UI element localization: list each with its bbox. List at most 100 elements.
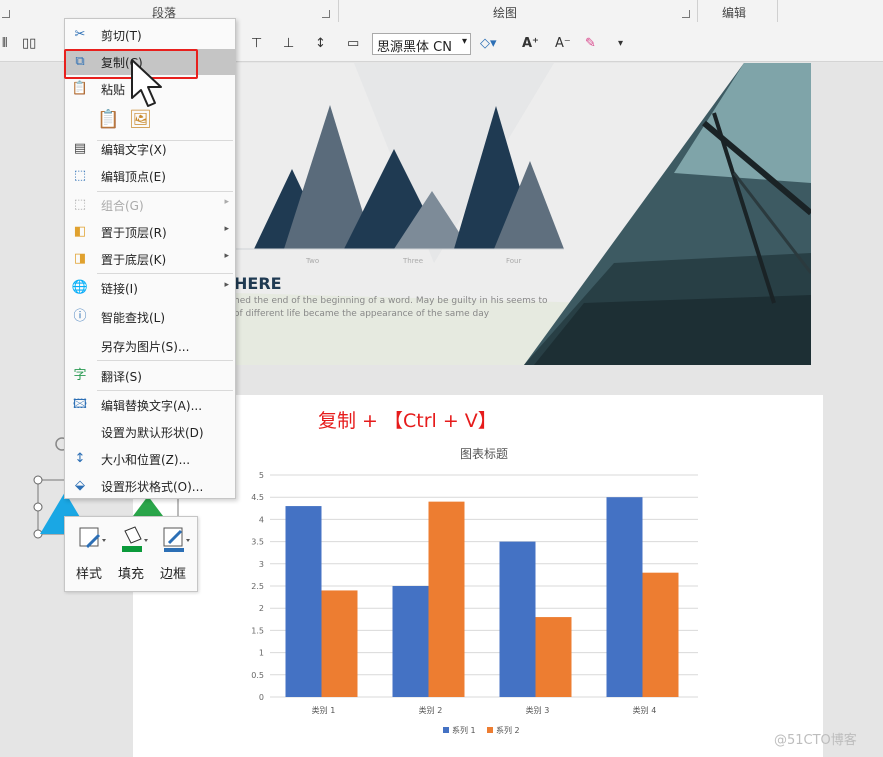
scissors-icon: ✂	[74, 27, 86, 42]
translate-icon: 字	[73, 368, 87, 383]
bar-chart[interactable]: 图表标题 0 0.5 1 1.5 2 2.5 3 3.5 4 4.5 5 类别 1 类别 2 类别 3 类别 …	[133, 395, 823, 757]
style-button[interactable]: 样式	[69, 521, 109, 587]
menu-item-cut[interactable]: ✂ 剪切(T)	[65, 22, 235, 48]
x-tick-label: 类别 4	[633, 705, 657, 715]
slide1-small-label: Two	[306, 257, 320, 265]
font-launcher-icon[interactable]	[2, 10, 10, 18]
link-icon: 🌐	[71, 280, 89, 295]
document-icon[interactable]: ▭	[347, 36, 359, 52]
size-position-icon: ↕	[74, 451, 86, 466]
chart-bar	[428, 501, 465, 697]
alt-text-icon: 🖾	[72, 397, 88, 412]
y-tick-label: 4.5	[251, 493, 264, 502]
slide1-body-line2: of different life became the appearance …	[234, 309, 490, 319]
y-tick-label: 5	[259, 471, 264, 480]
shape-effects-icon[interactable]: ◇▾	[480, 36, 497, 52]
slide-preview-1[interactable]: Two Three Four HERE hed the end of the b…	[234, 63, 811, 365]
chevron-down-icon: ▾	[461, 36, 467, 47]
ribbon-divider	[697, 0, 698, 22]
menu-item-group[interactable]: ⬚ 组合(G) ▸	[65, 192, 235, 218]
font-family-select[interactable]: 思源黑体 CN ▾	[372, 33, 471, 55]
paste-as-picture-icon[interactable]: 🖼	[129, 109, 152, 130]
menu-separator	[97, 390, 233, 391]
mouse-pointer-icon	[131, 59, 162, 107]
menu-item-smart-lookup[interactable]: ⓘ 智能查找(L)	[65, 304, 235, 330]
y-tick-label: 1.5	[251, 626, 264, 635]
menu-item-bring-to-front[interactable]: ◧ 置于顶层(R) ▸	[65, 219, 235, 245]
columns-icon[interactable]: ▯▯	[22, 36, 36, 52]
menu-separator	[97, 273, 233, 274]
paste-icon: 📋	[71, 81, 89, 96]
edit-points-icon: ⬚	[73, 168, 87, 183]
chart-bar	[535, 617, 572, 697]
slide1-small-label: Three	[403, 257, 424, 265]
align-middle-icon[interactable]: ↕	[315, 36, 326, 52]
slide1-small-label: Four	[506, 257, 522, 265]
bring-to-front-icon: ◧	[73, 224, 87, 239]
menu-item-edit-points[interactable]: ⬚ 编辑顶点(E)	[65, 163, 235, 189]
drawing-launcher-icon[interactable]	[682, 10, 690, 18]
slide1-body-line1: hed the end of the beginning of a word. …	[234, 296, 548, 306]
slide1-graphic	[234, 63, 811, 365]
y-tick-label: 3.5	[251, 538, 264, 547]
y-tick-label: 3	[259, 560, 264, 569]
ribbon-divider	[777, 0, 778, 22]
watermark: @51CTO博客	[774, 733, 857, 748]
chart-bar	[642, 572, 679, 697]
y-tick-label: 0	[259, 693, 264, 702]
menu-item-edit-alt-text[interactable]: 🖾 编辑替换文字(A)...	[65, 392, 235, 418]
menu-item-save-as-picture[interactable]: 另存为图片(S)...	[65, 333, 235, 359]
menu-item-translate[interactable]: 字 翻译(S)	[65, 363, 235, 389]
legend-swatch	[443, 727, 449, 733]
chart-bar	[285, 506, 322, 697]
edit-text-icon: ▤	[73, 141, 87, 156]
chart-bar	[321, 590, 358, 697]
shrink-font-icon[interactable]: A⁻	[555, 36, 571, 52]
legend-swatch	[487, 727, 493, 733]
paste-keep-source-icon[interactable]: 📋	[97, 109, 119, 130]
chevron-right-icon: ▸	[224, 280, 229, 290]
group-icon: ⬚	[73, 197, 87, 212]
style-icon	[79, 527, 106, 549]
menu-item-edit-text[interactable]: ▤ 编辑文字(X)	[65, 136, 235, 162]
slide-preview-2[interactable]: 图表标题 0 0.5 1 1.5 2 2.5 3 3.5 4 4.5 5 类别 1 类别 2 类别 3 类别 …	[133, 395, 823, 757]
menu-item-link[interactable]: 🌐 链接(I) ▸	[65, 275, 235, 301]
grow-font-icon[interactable]: A⁺	[522, 36, 539, 52]
ribbon-divider	[338, 0, 339, 22]
fill-button[interactable]: 填充	[111, 521, 151, 587]
format-shape-icon: ⬙	[75, 478, 85, 493]
y-tick-label: 0.5	[251, 671, 264, 680]
menu-item-size-and-position[interactable]: ↕ 大小和位置(Z)...	[65, 446, 235, 472]
chart-bar	[392, 586, 429, 697]
x-tick-label: 类别 1	[312, 705, 336, 715]
send-to-back-icon: ◨	[73, 251, 87, 266]
align-top-icon[interactable]: ⊤	[251, 36, 262, 52]
menu-item-format-shape[interactable]: ⬙ 设置形状格式(O)...	[65, 473, 235, 499]
legend-label: 系列 2	[496, 725, 520, 735]
y-tick-label: 2	[259, 604, 264, 613]
clear-format-icon[interactable]: ✎	[585, 36, 596, 52]
chart-title: 图表标题	[460, 447, 508, 461]
ribbon-group-drawing: 绘图	[493, 6, 518, 20]
align-bottom-icon[interactable]: ⊥	[283, 36, 294, 52]
chart-bar	[499, 541, 536, 697]
y-tick-label: 4	[259, 515, 264, 524]
chevron-right-icon: ▸	[224, 251, 229, 261]
border-pen-icon	[163, 527, 190, 552]
chart-bar	[606, 497, 643, 697]
align-left-icon[interactable]: ⫴	[2, 36, 7, 52]
resize-handle	[33, 475, 43, 485]
instruction-caption: 复制 + 【Ctrl + V】	[318, 410, 497, 432]
fill-bucket-icon	[122, 526, 148, 552]
x-tick-label: 类别 2	[419, 705, 443, 715]
border-button[interactable]: 边框	[153, 521, 193, 587]
more-icon[interactable]: ▾	[618, 36, 623, 52]
resize-handle	[33, 502, 43, 512]
font-family-value: 思源黑体 CN	[377, 40, 452, 55]
y-tick-label: 1	[259, 649, 264, 658]
paragraph-launcher-icon[interactable]	[322, 10, 330, 18]
menu-item-send-to-back[interactable]: ◨ 置于底层(K) ▸	[65, 246, 235, 272]
slide1-heading: HERE	[234, 274, 282, 293]
menu-item-set-default-shape[interactable]: 设置为默认形状(D)	[65, 419, 235, 445]
chevron-right-icon: ▸	[224, 224, 229, 234]
